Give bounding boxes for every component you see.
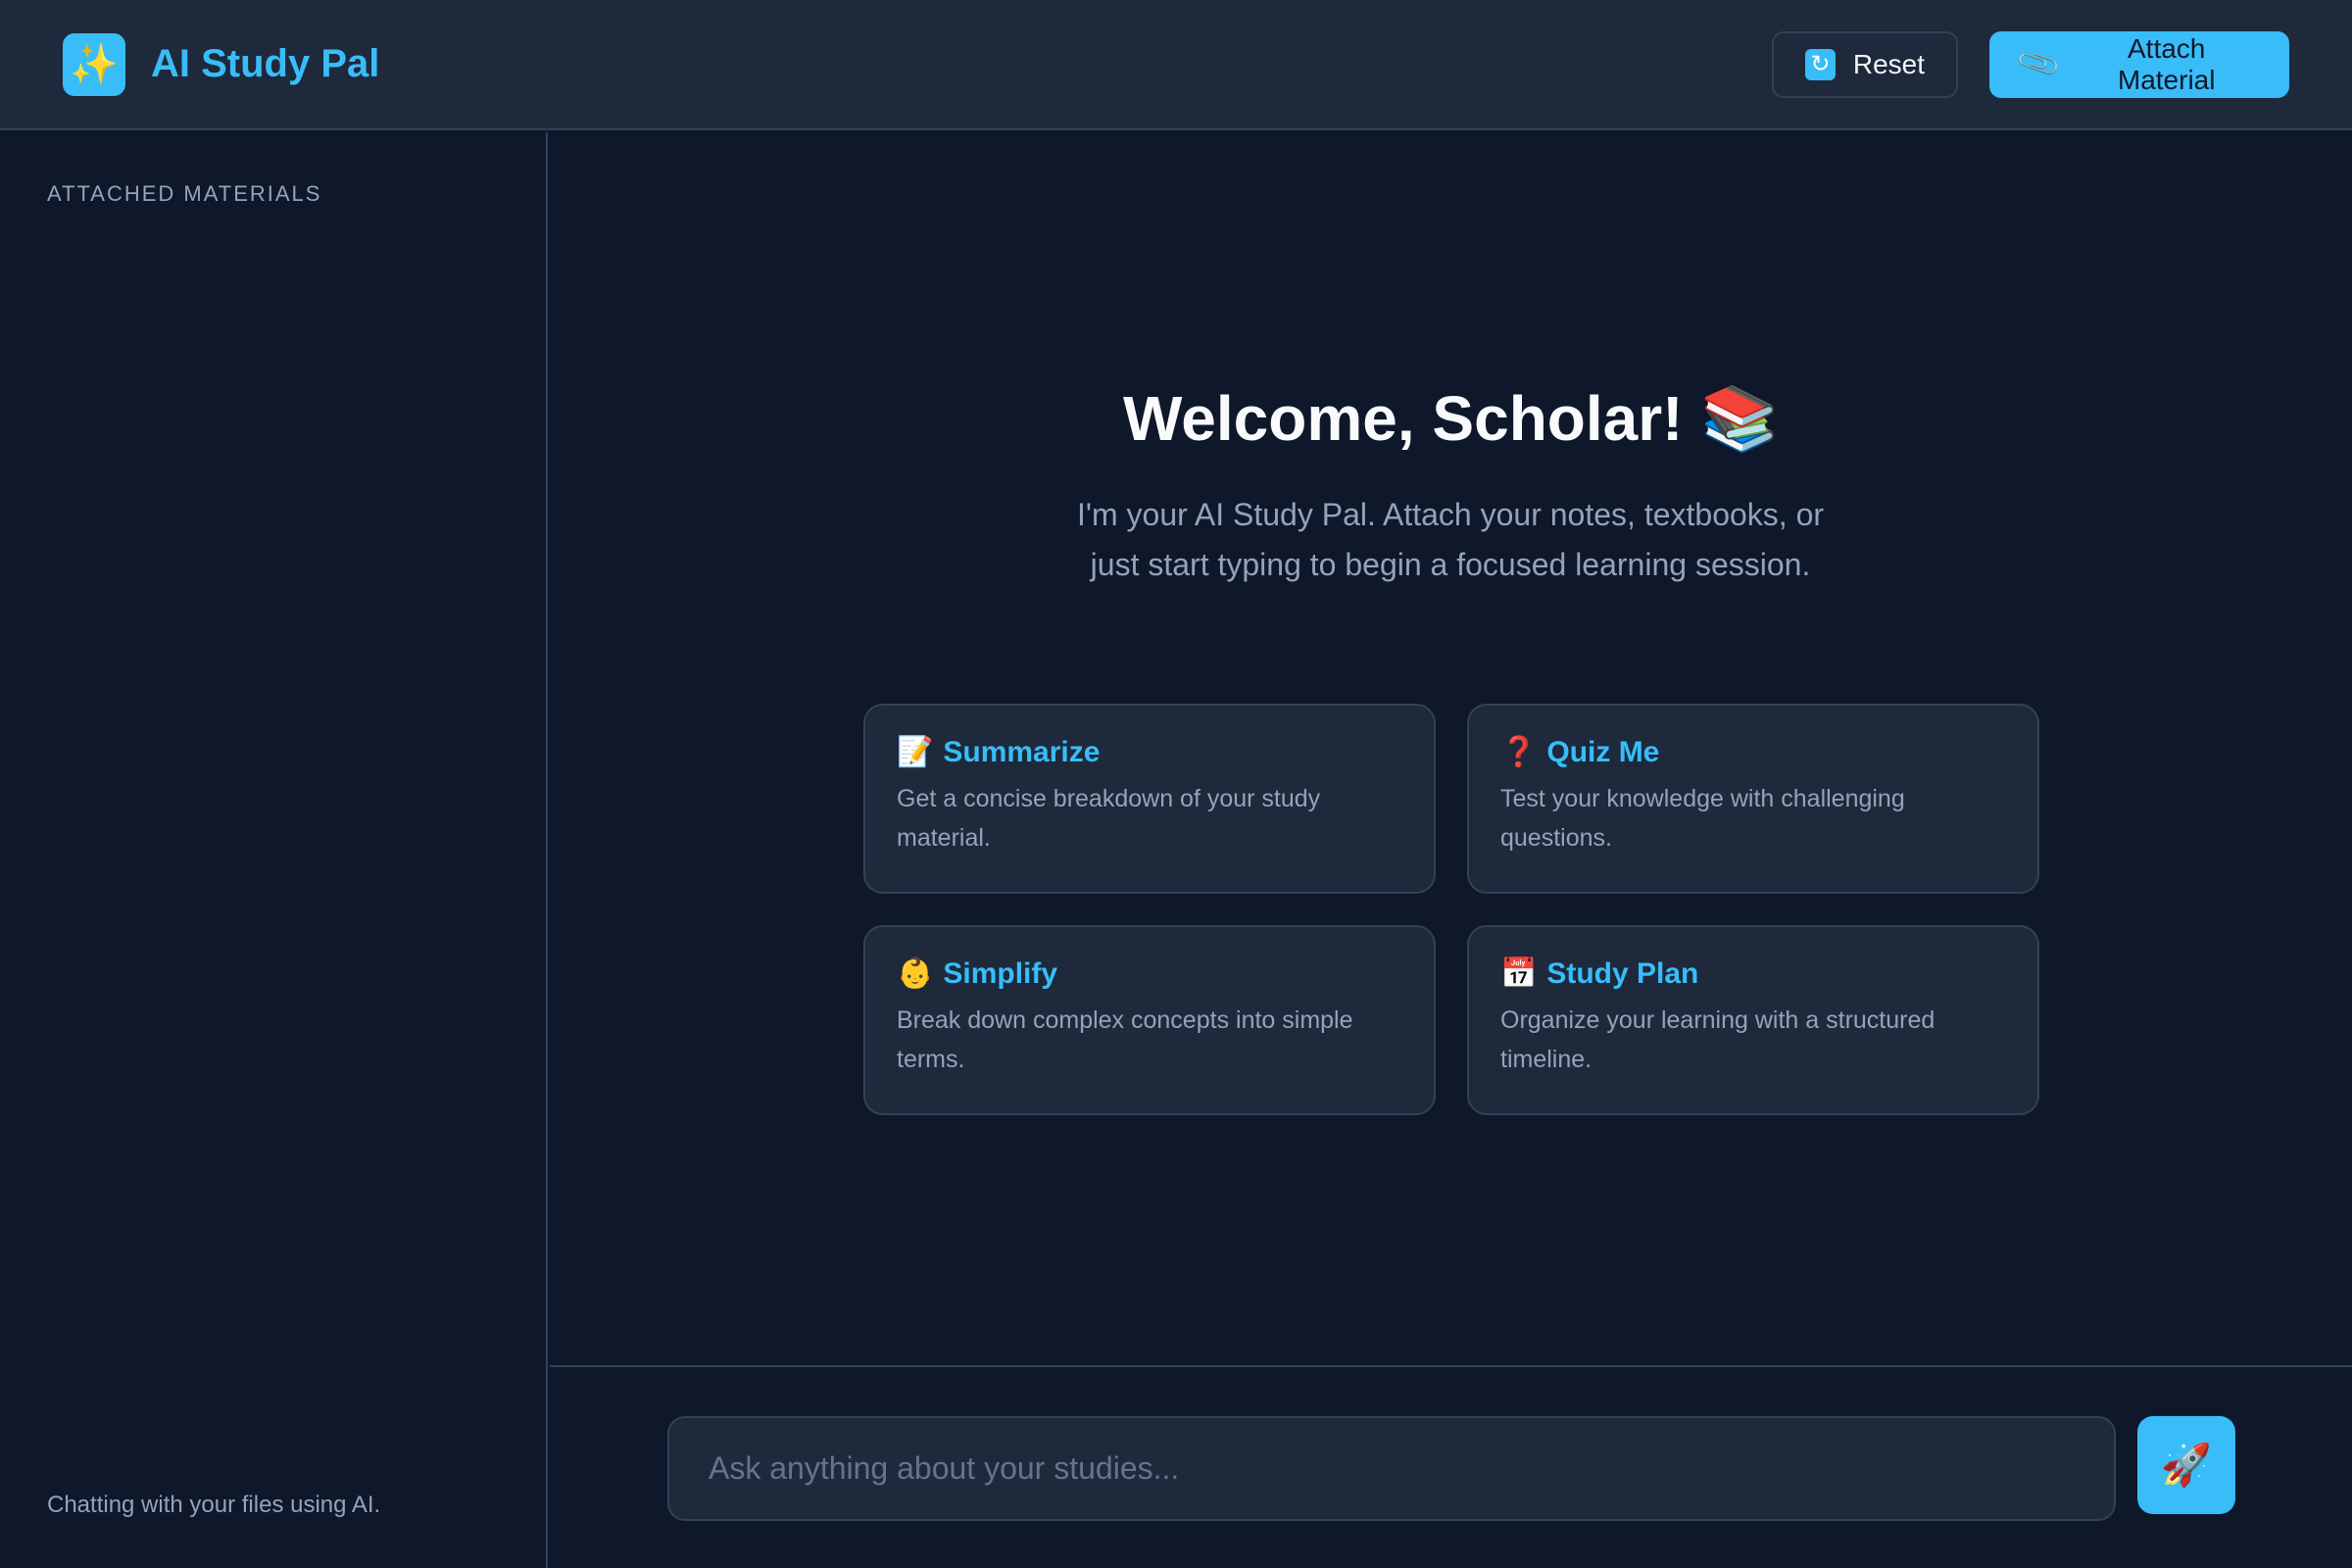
summarize-card[interactable]: 📝 Summarize Get a concise breakdown of y… [863, 704, 1436, 894]
card-description: Get a concise breakdown of your study ma… [897, 785, 1321, 852]
attach-material-label: Attach Material [2117, 32, 2216, 95]
card-description: Organize your learning with a structured… [1500, 1006, 1936, 1073]
sidebar-footer-text: Chatting with your files using AI. [47, 1492, 381, 1518]
baby-icon: 👶 [897, 957, 934, 990]
sidebar: ATTACHED MATERIALS Chatting with your fi… [0, 132, 548, 1568]
attached-materials-heading: ATTACHED MATERIALS [47, 181, 322, 206]
send-button[interactable]: 🚀 [2137, 1416, 2235, 1514]
card-title-row: 📅 Study Plan [1500, 956, 2006, 991]
welcome-title: Welcome, Scholar! 📚 [1123, 383, 1779, 454]
quiz-me-card[interactable]: ❓ Quiz Me Test your knowledge with chall… [1467, 704, 2039, 894]
brand: ✨ AI Study Pal [63, 32, 380, 96]
reset-button[interactable]: ↻ Reset [1772, 30, 1958, 98]
calendar-icon: 📅 [1500, 957, 1538, 990]
card-description: Break down complex concepts into simple … [897, 1006, 1353, 1073]
card-title: Study Plan [1546, 956, 1699, 990]
chat-input[interactable] [667, 1416, 2116, 1521]
card-description: Test your knowledge with challenging que… [1500, 785, 1905, 852]
reset-button-label: Reset [1852, 48, 1925, 79]
card-title-row: 👶 Simplify [897, 956, 1402, 991]
simplify-card[interactable]: 👶 Simplify Break down complex concepts i… [863, 925, 1436, 1115]
card-title: Quiz Me [1546, 735, 1660, 768]
rocket-icon: 🚀 [2160, 1441, 2213, 1488]
sparkles-icon: ✨ [63, 32, 125, 96]
app-header: ✨ AI Study Pal ↻ Reset 📎 Attach Material [0, 0, 2352, 130]
refresh-icon: ↻ [1805, 48, 1836, 80]
card-title: Summarize [943, 735, 1101, 768]
question-icon: ❓ [1500, 736, 1538, 768]
study-plan-card[interactable]: 📅 Study Plan Organize your learning with… [1467, 925, 2039, 1115]
app-title: AI Study Pal [151, 42, 380, 85]
header-actions: ↻ Reset 📎 Attach Material [1772, 30, 2289, 98]
suggestion-cards: 📝 Summarize Get a concise breakdown of y… [863, 704, 2039, 1115]
paperclip-icon: 📎 [2015, 40, 2064, 88]
welcome-subtitle: I'm your AI Study Pal. Attach your notes… [1076, 497, 1825, 582]
card-title-row: ❓ Quiz Me [1500, 735, 2006, 769]
card-title: Simplify [943, 956, 1058, 990]
memo-icon: 📝 [897, 736, 934, 768]
message-composer: 🚀 [550, 1365, 2352, 1568]
attach-material-button[interactable]: 📎 Attach Material [1989, 30, 2289, 98]
card-title-row: 📝 Summarize [897, 735, 1402, 769]
chat-main: Welcome, Scholar! 📚 I'm your AI Study Pa… [550, 132, 2352, 1365]
